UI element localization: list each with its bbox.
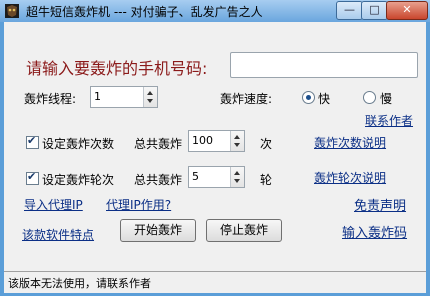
spin-up-icon[interactable]: [234, 171, 240, 175]
speed-label: 轰炸速度:: [220, 92, 273, 106]
checkmark-icon: ✔: [27, 134, 37, 147]
set-round-checkbox[interactable]: ✔: [26, 170, 39, 185]
title-bar[interactable]: 超牛短信轰炸机 --- 对付骗子、乱发广告之人 — □ ✕: [0, 0, 430, 22]
set-count-label: 设定轰炸次数: [42, 137, 115, 151]
count-help-link[interactable]: 轰炸次数说明: [314, 134, 386, 151]
main-panel: 请输入要轰炸的手机号码: 轰炸线程: 1 轰炸速度: 快 慢 联系作者 ✔ 设定…: [4, 22, 426, 271]
app-window: 超牛短信轰炸机 --- 对付骗子、乱发广告之人 — □ ✕ 请输入要轰炸的手机号…: [0, 0, 430, 296]
round-spin-arrows[interactable]: [230, 167, 244, 187]
spin-down-icon[interactable]: [147, 99, 153, 103]
start-bomb-button[interactable]: 开始轰炸: [120, 219, 196, 242]
spin-up-icon[interactable]: [234, 135, 240, 139]
spin-down-icon[interactable]: [234, 179, 240, 183]
close-button[interactable]: ✕: [386, 1, 428, 20]
count-value: 100: [192, 134, 213, 147]
round-spinner[interactable]: 5: [188, 166, 245, 188]
status-text: 该版本无法使用，请联系作者: [8, 277, 151, 290]
spin-down-icon[interactable]: [234, 143, 240, 147]
contact-author-link[interactable]: 联系作者: [365, 112, 413, 129]
proxy-purpose-link[interactable]: 代理IP作用?: [106, 196, 171, 213]
set-count-checkbox[interactable]: ✔: [26, 134, 39, 149]
status-bar: 该版本无法使用，请联系作者: [4, 271, 426, 293]
disclaimer-link[interactable]: 免责声明: [354, 195, 406, 214]
phone-number-input[interactable]: [230, 52, 418, 78]
total-round-label: 总共轰炸: [134, 173, 183, 187]
total-count-label: 总共轰炸: [134, 137, 183, 151]
threads-spin-arrows[interactable]: [143, 87, 157, 107]
minimize-button[interactable]: —: [336, 1, 363, 20]
set-round-label: 设定轰炸轮次: [42, 173, 115, 187]
app-logo-icon: [5, 4, 19, 18]
speed-fast-label: 快: [318, 92, 331, 106]
maximize-button[interactable]: □: [361, 1, 388, 20]
features-link[interactable]: 该款软件特点: [22, 226, 94, 243]
window-title: 超牛短信轰炸机 --- 对付骗子、乱发广告之人: [26, 5, 263, 19]
checkmark-icon: ✔: [27, 170, 37, 183]
round-value: 5: [192, 170, 199, 183]
phone-prompt-label: 请输入要轰炸的手机号码:: [26, 59, 208, 78]
speed-slow-radio[interactable]: [363, 91, 376, 104]
count-unit-label: 次: [260, 137, 273, 151]
count-spinner[interactable]: 100: [188, 130, 245, 152]
speed-slow-label: 慢: [380, 92, 393, 106]
count-spin-arrows[interactable]: [230, 131, 244, 151]
threads-label: 轰炸线程:: [24, 92, 77, 106]
threads-value: 1: [94, 90, 101, 103]
threads-spinner[interactable]: 1: [90, 86, 158, 108]
stop-bomb-button[interactable]: 停止轰炸: [206, 219, 282, 242]
round-unit-label: 轮: [260, 173, 273, 187]
import-proxy-link[interactable]: 导入代理IP: [24, 196, 83, 213]
spin-up-icon[interactable]: [147, 91, 153, 95]
speed-fast-radio[interactable]: [302, 91, 315, 104]
enter-code-link[interactable]: 输入轰炸码: [342, 222, 407, 241]
round-help-link[interactable]: 轰炸轮次说明: [314, 169, 386, 186]
